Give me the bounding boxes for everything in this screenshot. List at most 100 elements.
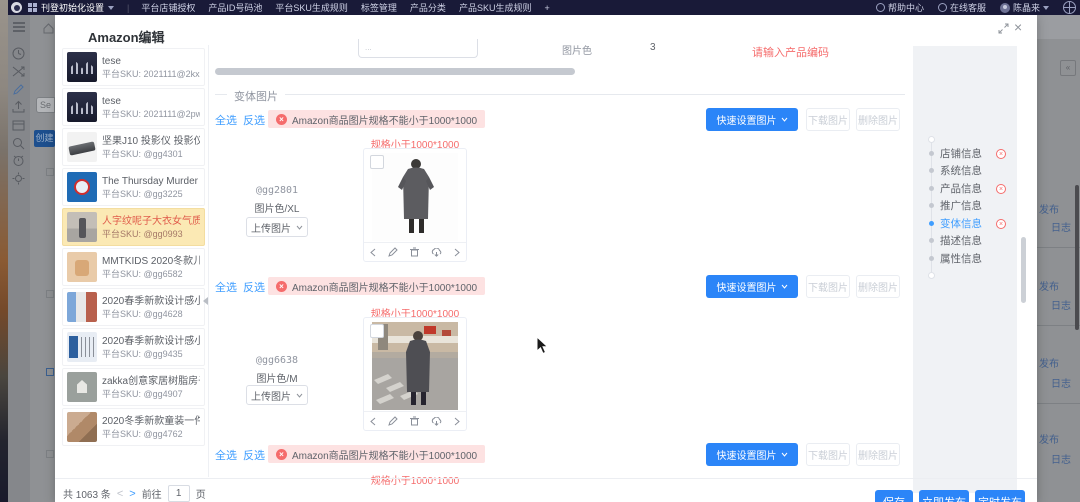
save-button[interactable]: 保存 [875,490,913,502]
edit-pen-icon[interactable] [12,83,25,96]
menu-item-product-id-pool[interactable]: 产品ID号码池 [208,1,262,14]
chevron-down-icon [296,225,303,230]
anchor-item-variant-info[interactable]: 变体信息× [913,217,1017,230]
next-image-icon[interactable] [454,417,460,426]
dialog-scrollbar[interactable] [1021,237,1026,303]
download-cloud-icon[interactable] [431,248,442,257]
menu-item-sku-rule[interactable]: 平台SKU生成规则 [275,1,348,14]
collapse-panel-handle[interactable] [203,297,208,305]
quick-set-image-button[interactable]: 快速设置图片 [706,108,798,131]
select-all-link[interactable]: 全选 [215,279,237,295]
product-list-item[interactable]: MMTKIDS 2020冬款儿童...平台SKU: @gg6582 [62,248,205,286]
delete-image-icon[interactable] [410,416,419,426]
product-list-item[interactable]: 2020春季新款设计感小众...平台SKU: @gg4628 [62,288,205,326]
anchor-item-product-info[interactable]: 产品信息× [913,182,1017,195]
upload-image-button[interactable]: 上传图片 [246,385,308,405]
workspace-menu[interactable]: 刊登初始化设置 [41,1,114,14]
upload-icon[interactable] [12,100,25,113]
anchor-item-attribute-info[interactable]: 属性信息 [913,252,1017,265]
invert-select-link[interactable]: 反选 [243,279,265,295]
download-image-button[interactable]: 下载图片 [806,443,850,466]
add-tab-button[interactable]: + [544,3,549,13]
anchor-item-promo-info[interactable]: 推广信息 [913,199,1017,212]
dimmed-search-input: Se [36,97,55,113]
invert-select-link[interactable]: 反选 [243,112,265,128]
product-list-item[interactable]: tese平台SKU: 2021111@2pwl [62,88,205,126]
product-list-item[interactable]: The Thursday Murder Cl...平台SKU: @gg3225 [62,168,205,206]
shuffle-icon[interactable] [12,65,25,78]
product-title: zakka创意家居树脂房子... [102,375,200,388]
close-icon[interactable]: × [1014,19,1022,35]
anchor-item-system-info[interactable]: 系统信息 [913,164,1017,177]
product-title: 2020冬季新款童装一件代... [102,415,200,428]
prev-page-button[interactable]: < [117,488,123,500]
product-list-item[interactable]: 2020春季新款设计感小众...平台SKU: @gg9435 [62,328,205,366]
edit-image-icon[interactable] [388,247,398,257]
card-panel-icon[interactable] [12,119,25,132]
product-list-item[interactable]: 2020冬季新款童装一件代...平台SKU: @gg4762 [62,408,205,446]
select-all-link[interactable]: 全选 [215,112,237,128]
dashboard-icon[interactable] [12,47,25,60]
screen-edge-artifact [0,0,8,502]
download-image-button[interactable]: 下载图片 [806,275,850,298]
truncated-input-field[interactable]: ... [358,39,478,58]
quick-set-image-button[interactable]: 快速设置图片 [706,443,798,466]
prev-image-icon[interactable] [370,417,376,426]
upload-image-button[interactable]: 上传图片 [246,217,308,237]
help-center-link[interactable]: 帮助中心 [876,1,924,14]
variant-image-street[interactable] [372,322,458,410]
language-globe-icon[interactable] [1063,1,1076,14]
hamburger-menu-icon[interactable] [12,21,26,33]
delete-image-icon[interactable] [410,247,419,257]
product-title: The Thursday Murder Cl... [102,175,200,188]
pagination-total: 共 1063 条 [63,486,111,501]
search-icon[interactable] [12,137,25,150]
product-list-item[interactable]: tese平台SKU: 2021111@2kxk [62,48,205,86]
user-menu[interactable]: 陈晶来 [1000,1,1049,14]
publish-now-button[interactable]: 立即发布 [919,490,969,502]
image-checkbox[interactable] [370,155,384,169]
edit-image-icon[interactable] [388,416,398,426]
home-icon[interactable] [43,23,54,34]
image-checkbox[interactable] [370,324,384,338]
page-number-input[interactable]: 1 [168,485,190,502]
product-sku: 平台SKU: @gg4628 [102,308,200,320]
menu-item-product-sku-rule[interactable]: 产品SKU生成规则 [459,1,532,14]
schedule-publish-button[interactable]: 定时发布 [975,490,1025,502]
select-all-link[interactable]: 全选 [215,447,237,463]
fullscreen-expand-icon[interactable] [998,23,1009,34]
product-sku: 平台SKU: @gg4907 [102,388,200,400]
prev-image-icon[interactable] [370,248,376,257]
horizontal-scrollbar[interactable] [215,68,575,75]
gear-icon[interactable] [12,172,25,185]
anchor-item-description-info[interactable]: 描述信息 [913,234,1017,247]
download-image-button[interactable]: 下载图片 [806,108,850,131]
dimmed-publish-link: 发布 [1039,355,1059,370]
headset-icon [938,3,947,12]
anchor-item-shop-info[interactable]: 店铺信息× [913,147,1017,160]
product-list-item[interactable]: zakka创意家居树脂房子...平台SKU: @gg4907 [62,368,205,406]
menu-item-tag-management[interactable]: 标签管理 [361,1,397,14]
download-cloud-icon[interactable] [431,417,442,426]
menu-item-product-category[interactable]: 产品分类 [410,1,446,14]
delete-image-button[interactable]: 删除图片 [856,108,900,131]
quick-set-image-button[interactable]: 快速设置图片 [706,275,798,298]
avatar [1000,3,1010,13]
dimmed-checkbox [46,368,54,376]
next-page-button[interactable]: > [129,488,135,500]
next-image-icon[interactable] [454,248,460,257]
product-list-item-selected[interactable]: 人字纹呢子大衣女气质20...平台SKU: @gg0993 [62,208,205,246]
menu-item-shop-auth[interactable]: 平台店铺授权 [141,1,195,14]
variant-image-coat[interactable] [372,153,458,241]
delete-image-button[interactable]: 删除图片 [856,443,900,466]
delete-image-button[interactable]: 删除图片 [856,275,900,298]
dimmed-publish-link: 发布 [1039,431,1059,446]
online-support-link[interactable]: 在线客服 [938,1,986,14]
anchor-dot [929,256,934,261]
product-list-item[interactable]: 坚果J10 投影仪 投影仪家...平台SKU: @gg4301 [62,128,205,166]
grid-menu-icon[interactable] [28,3,37,12]
question-icon [876,3,885,12]
clock-icon[interactable] [12,154,25,167]
background-scrollbar[interactable] [1075,185,1079,330]
invert-select-link[interactable]: 反选 [243,447,265,463]
